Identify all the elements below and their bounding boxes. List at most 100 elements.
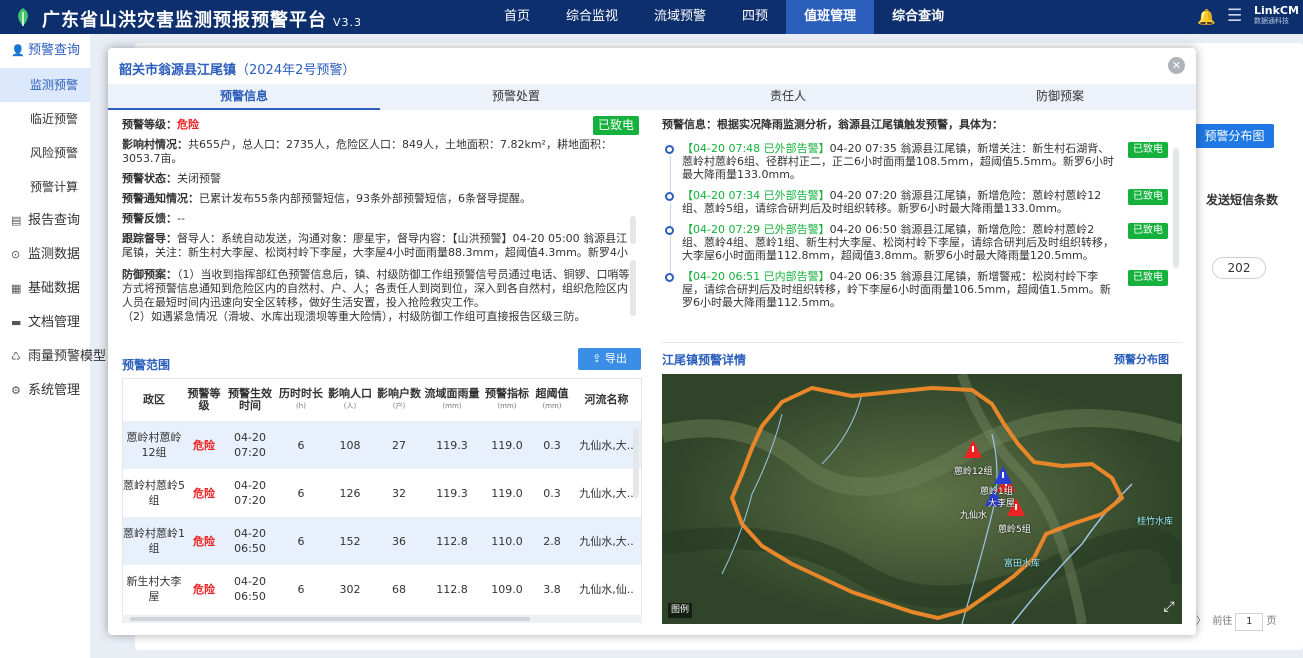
nav-home[interactable]: 首页 xyxy=(486,0,548,34)
called-badge[interactable]: 已致电 xyxy=(1128,223,1168,239)
map-legend-button[interactable]: 图例 xyxy=(668,603,692,618)
sidebar-item-nearby-warning[interactable]: 临近预警 xyxy=(0,102,90,136)
pager: 〉 前往 1 页 xyxy=(1196,612,1276,631)
map-canvas xyxy=(662,374,1182,624)
supervise-scrollbar[interactable] xyxy=(630,216,636,244)
table-header-cell: 河流名称 xyxy=(571,379,641,421)
table-cell: 36 xyxy=(375,517,423,565)
warning-map[interactable]: 桂竹水库 蒽岭12组 蒽岭1组 大李屋 九仙水 蒽岭5组 富田水库 图例 ⤢ xyxy=(662,374,1182,624)
supervise-row: 跟踪督导：督导人：系统自动发送，沟通对象：廖星宇，督导内容：【山洪预警】04-2… xyxy=(122,232,628,259)
table-row[interactable]: 蒽岭村蒽岭1组 危险 04-20 06:50 6 152 36 112.8 110.0 2.8 九… xyxy=(123,517,641,565)
called-badge[interactable]: 已致电 xyxy=(593,116,639,135)
nav-basin-warning[interactable]: 流域预警 xyxy=(636,0,724,34)
called-badge[interactable]: 已致电 xyxy=(1128,142,1168,158)
nav-duty-management[interactable]: 值班管理 xyxy=(786,0,875,34)
app-logo-icon xyxy=(18,8,28,26)
sidebar-group-warning-query[interactable]: 👤 预警查询 xyxy=(0,34,90,68)
table-cell: 蒽岭村蒽岭5组 xyxy=(123,479,185,507)
table-header-cell: 流域面雨量 (mm) xyxy=(423,379,481,421)
sidebar-item-rain-model[interactable]: ♺ 雨量预警模型 xyxy=(0,340,106,374)
tab-warning-handling[interactable]: 预警处置 xyxy=(380,84,652,110)
timeline-item: 【04-20 06:51 已内部告警】04-20 06:35 翁源县江尾镇，新增… xyxy=(662,270,1172,309)
sidebar: 👤 预警查询 监测预警 临近预警 风险预警 预警计算 ▤ 报告查询 ⊙ 监测数据 ▦ 基… xyxy=(0,34,106,658)
bell-icon[interactable]: 🔔 xyxy=(1197,8,1216,26)
warning-info-panel: 预警等级：危险 已致电 影响村情况：共655户，总人口：2735人，危险区人口：… xyxy=(122,116,639,338)
report-icon: ▤ xyxy=(11,214,22,227)
app-title: 广东省山洪灾害监测预报预警平台 V3.3 xyxy=(42,10,363,31)
table-horizontal-scrollbar[interactable] xyxy=(122,615,642,623)
sidebar-item-system[interactable]: ⚙ 系统管理 xyxy=(0,374,90,408)
sidebar-item-monitor-warning[interactable]: 监测预警 xyxy=(0,68,90,102)
table-cell: 108 xyxy=(325,421,375,469)
brand-logo: LinkCM 数据通科技 xyxy=(1254,4,1299,25)
tab-responsible-person[interactable]: 责任人 xyxy=(652,84,924,110)
table-cell: 蒽岭村蒽岭12组 xyxy=(123,421,185,469)
table-header-cell: 预警指标 (mm) xyxy=(481,379,533,421)
sidebar-item-report[interactable]: ▤ 报告查询 xyxy=(0,204,90,238)
table-vertical-scrollbar[interactable] xyxy=(633,428,639,498)
sidebar-item-monitor-data[interactable]: ⊙ 监测数据 xyxy=(0,238,90,272)
pager-input[interactable]: 1 xyxy=(1235,613,1264,631)
tab-defense-plan[interactable]: 防御预案 xyxy=(924,84,1196,110)
plan-scrollbar[interactable] xyxy=(630,260,636,316)
table-row[interactable]: 新生村大李屋 危险 04-20 06:50 6 302 68 112.8 109.0 3.8 九仙… xyxy=(123,565,641,613)
table-cell: 110.0 xyxy=(481,517,533,565)
gear-icon: ⚙ xyxy=(11,384,21,397)
app-version: V3.3 xyxy=(333,16,363,29)
warning-level-row: 预警等级：危险 已致电 xyxy=(122,116,639,135)
location-icon: ⊙ xyxy=(11,248,21,261)
export-icon: ⇪ xyxy=(592,352,605,365)
timeline-scrollbar[interactable] xyxy=(1173,148,1179,268)
warning-range-table: 政区 预警等级 预警生效时间 历时时长 (h) 影响人口 (人) 影响户数 (户) 流域面雨量 (m… xyxy=(122,378,642,623)
timeline-time: 【04-20 07:34 已外部告警】 xyxy=(682,189,830,202)
map-label: 九仙水 xyxy=(960,511,988,521)
table-header-cell: 政区 xyxy=(123,379,185,421)
table-cell: 112.8 xyxy=(436,582,468,596)
table-cell: 27 xyxy=(375,421,423,469)
table-cell: 九仙水,仙.. xyxy=(579,582,634,596)
feedback-row: 预警反馈：-- xyxy=(122,212,185,225)
close-icon[interactable]: ✕ xyxy=(1168,57,1185,74)
nav-monitor[interactable]: 综合监视 xyxy=(548,0,636,34)
table-cell: 危险 xyxy=(185,517,223,565)
distribution-map-link[interactable]: 预警分布图 xyxy=(1114,351,1169,367)
impact-row: 影响村情况：共655户，总人口：2735人，危险区人口：849人，土地面积：7.… xyxy=(122,138,612,165)
timeline-dot-icon xyxy=(665,273,674,282)
timeline-dot-icon xyxy=(665,192,674,201)
sidebar-item-docs[interactable]: ▬ 文档管理 xyxy=(0,306,90,340)
called-badge[interactable]: 已致电 xyxy=(1128,189,1168,205)
database-icon: ▦ xyxy=(11,282,22,295)
tab-warning-info[interactable]: 预警信息 xyxy=(108,84,380,110)
sidebar-item-risk-warning[interactable]: 风险预警 xyxy=(0,136,90,170)
export-button[interactable]: ⇪ 导出 xyxy=(578,348,641,370)
table-cell: 6 xyxy=(297,582,305,596)
table-header-cell: 影响户数 (户) xyxy=(375,379,423,421)
notice-row: 预警通知情况：已累计发布55条内部预警短信，93条外部预警短信，6条督导提醒。 xyxy=(122,192,531,205)
warning-level-value: 危险 xyxy=(177,118,199,131)
divider xyxy=(662,342,1182,343)
model-icon: ♺ xyxy=(11,350,21,363)
table-cell: 0.3 xyxy=(543,486,561,500)
nav-four-pre[interactable]: 四预 xyxy=(724,0,786,34)
sms-count-value[interactable]: 202 xyxy=(1212,257,1266,279)
table-cell: 04-20 06:50 xyxy=(223,517,277,565)
pager-prev[interactable]: 〉 xyxy=(1196,616,1206,627)
called-badge[interactable]: 已致电 xyxy=(1128,270,1168,286)
map-label: 蒽岭12组 xyxy=(954,467,993,477)
warning-distribution-button[interactable]: 预警分布图 xyxy=(1195,124,1274,148)
timeline-dot-icon xyxy=(665,145,674,154)
table-cell: 蒽岭村蒽岭1组 xyxy=(123,517,185,565)
table-cell: 6 xyxy=(277,421,325,469)
sidebar-item-base-data[interactable]: ▦ 基础数据 xyxy=(0,272,90,306)
warning-detail-modal: 韶关市翁源县江尾镇（2024年2号预警） ✕ 预警信息 预警处置 责任人 防御预… xyxy=(108,48,1196,635)
sidebar-item-warning-calc[interactable]: 预警计算 xyxy=(0,170,90,204)
fullscreen-icon[interactable]: ⤢ xyxy=(1160,598,1178,616)
nav-query[interactable]: 综合查询 xyxy=(874,0,962,34)
detail-title: 江尾镇预警详情 xyxy=(662,353,747,367)
table-header-cell: 影响人口 (人) xyxy=(325,379,375,421)
table-row[interactable]: 蒽岭村蒽岭5组 危险 04-20 07:20 6 126 32 119.3 119.0 0.3 九… xyxy=(123,469,641,517)
warning-info-header: 预警信息：根据实况降雨监测分析，翁源县江尾镇触发预警，具体为： xyxy=(662,118,1003,131)
menu-icon[interactable]: ☰ xyxy=(1227,6,1242,26)
modal-tabs: 预警信息 预警处置 责任人 防御预案 xyxy=(108,84,1196,110)
table-row[interactable]: 蒽岭村蒽岭12组 危险 04-20 07:20 6 108 27 119.3 119.0 0.3… xyxy=(123,421,641,469)
